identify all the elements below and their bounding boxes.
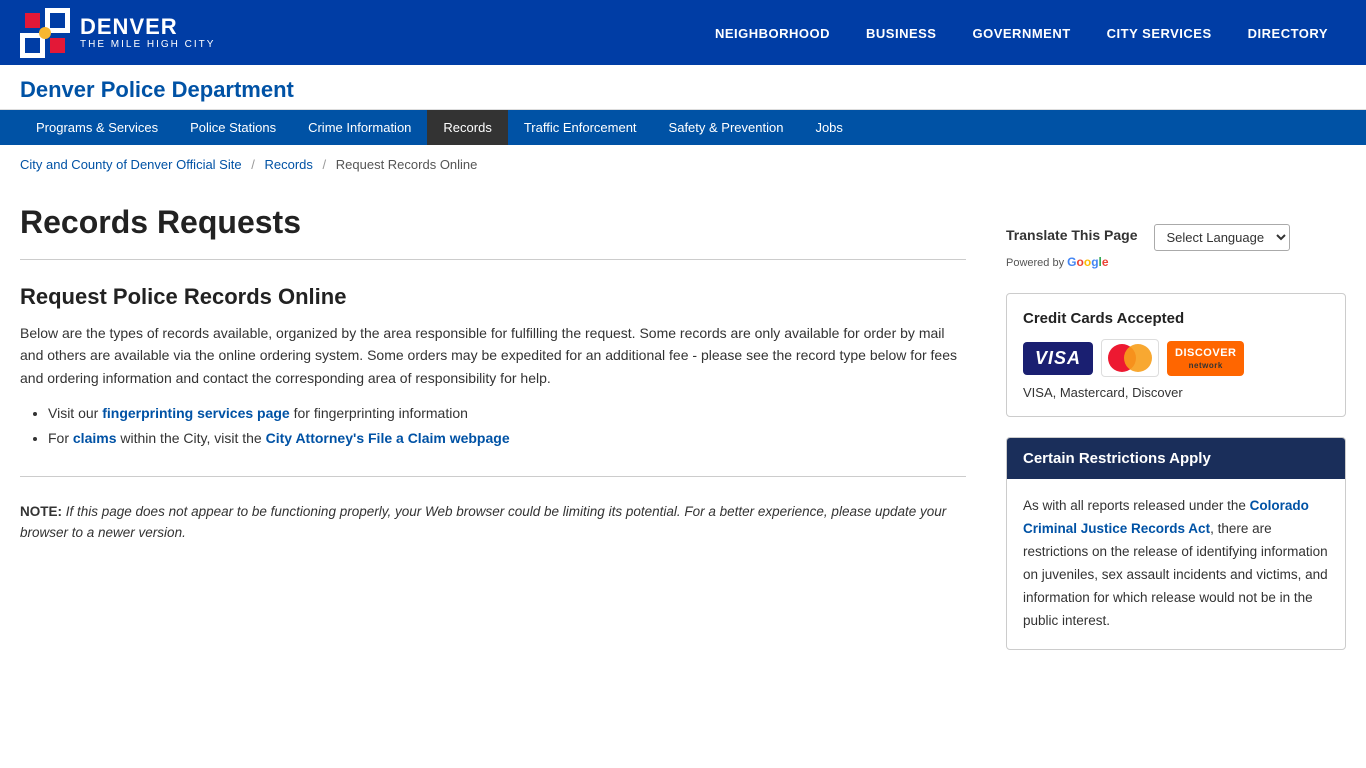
note-text: NOTE: If this page does not appear to be…: [20, 501, 966, 544]
credit-cards-title: Credit Cards Accepted: [1023, 310, 1329, 327]
denver-logo-icon: [20, 8, 70, 58]
subnav-crime-information[interactable]: Crime Information: [292, 110, 427, 145]
logo-text: DENVER THE MILE HIGH CITY: [80, 15, 215, 50]
visa-card-icon: VISA: [1023, 342, 1093, 375]
breadcrumb: City and County of Denver Official Site …: [0, 145, 1366, 184]
nav-directory[interactable]: DIRECTORY: [1230, 26, 1346, 41]
breadcrumb-current: Request Records Online: [336, 157, 478, 172]
nav-government[interactable]: GOVERNMENT: [954, 26, 1088, 41]
breadcrumb-home[interactable]: City and County of Denver Official Site: [20, 157, 242, 172]
restrictions-header: Certain Restrictions Apply: [1007, 438, 1345, 479]
section-body: Below are the types of records available…: [20, 322, 966, 389]
discover-card-icon: DISCOVER network: [1167, 341, 1244, 376]
language-select[interactable]: Select Language Spanish French German Ch…: [1154, 224, 1290, 251]
translate-label: Translate This Page: [1006, 227, 1138, 243]
page-title: Records Requests: [20, 204, 966, 260]
subnav-safety-prevention[interactable]: Safety & Prevention: [653, 110, 800, 145]
subnav-records[interactable]: Records: [427, 110, 507, 145]
mastercard-icon: [1101, 339, 1159, 377]
fingerprinting-link[interactable]: fingerprinting services page: [102, 405, 290, 421]
main-layout: Records Requests Request Police Records …: [0, 184, 1366, 690]
subnav-programs[interactable]: Programs & Services: [20, 110, 174, 145]
credit-cards-widget: Credit Cards Accepted VISA DISCOVER netw…: [1006, 293, 1346, 417]
sub-navigation: Programs & Services Police Stations Crim…: [0, 110, 1366, 145]
logo-area[interactable]: DENVER THE MILE HIGH CITY: [20, 8, 215, 58]
dept-title-link[interactable]: Denver Police Department: [20, 77, 294, 102]
powered-by: Powered by Google: [1006, 255, 1346, 269]
mc-orange-circle: [1124, 344, 1152, 372]
claims-link[interactable]: claims: [73, 430, 117, 446]
bullet-list: Visit our fingerprinting services page f…: [20, 401, 966, 451]
nav-business[interactable]: BUSINESS: [848, 26, 954, 41]
dept-header: Denver Police Department: [0, 65, 1366, 110]
list-item: Visit our fingerprinting services page f…: [48, 401, 966, 426]
main-content: Records Requests Request Police Records …: [20, 204, 966, 650]
city-tagline: THE MILE HIGH CITY: [80, 39, 215, 50]
subnav-traffic-enforcement[interactable]: Traffic Enforcement: [508, 110, 653, 145]
city-attorney-link[interactable]: City Attorney's File a Claim webpage: [266, 430, 510, 446]
main-nav-links: NEIGHBORHOOD BUSINESS GOVERNMENT CITY SE…: [697, 25, 1346, 41]
breadcrumb-sep-1: /: [251, 157, 255, 172]
restrictions-body: As with all reports released under the C…: [1007, 479, 1345, 649]
google-branding: Google: [1067, 257, 1108, 269]
card-names: VISA, Mastercard, Discover: [1023, 385, 1329, 400]
breadcrumb-records[interactable]: Records: [264, 157, 312, 172]
nav-neighborhood[interactable]: NEIGHBORHOOD: [697, 26, 848, 41]
note-label: NOTE:: [20, 504, 62, 519]
city-name: DENVER: [80, 15, 215, 39]
restrictions-widget: Certain Restrictions Apply As with all r…: [1006, 437, 1346, 650]
sidebar: Translate This Page Select Language Span…: [1006, 204, 1346, 650]
subnav-jobs[interactable]: Jobs: [799, 110, 858, 145]
breadcrumb-sep-2: /: [323, 157, 327, 172]
section-title: Request Police Records Online: [20, 284, 966, 310]
card-icons: VISA DISCOVER network: [1023, 339, 1329, 377]
content-divider: [20, 476, 966, 477]
top-navigation: DENVER THE MILE HIGH CITY NEIGHBORHOOD B…: [0, 0, 1366, 65]
list-item: For claims within the City, visit the Ci…: [48, 426, 966, 451]
translate-widget: Translate This Page Select Language Span…: [1006, 224, 1346, 269]
subnav-police-stations[interactable]: Police Stations: [174, 110, 292, 145]
nav-city-services[interactable]: CITY SERVICES: [1089, 26, 1230, 41]
